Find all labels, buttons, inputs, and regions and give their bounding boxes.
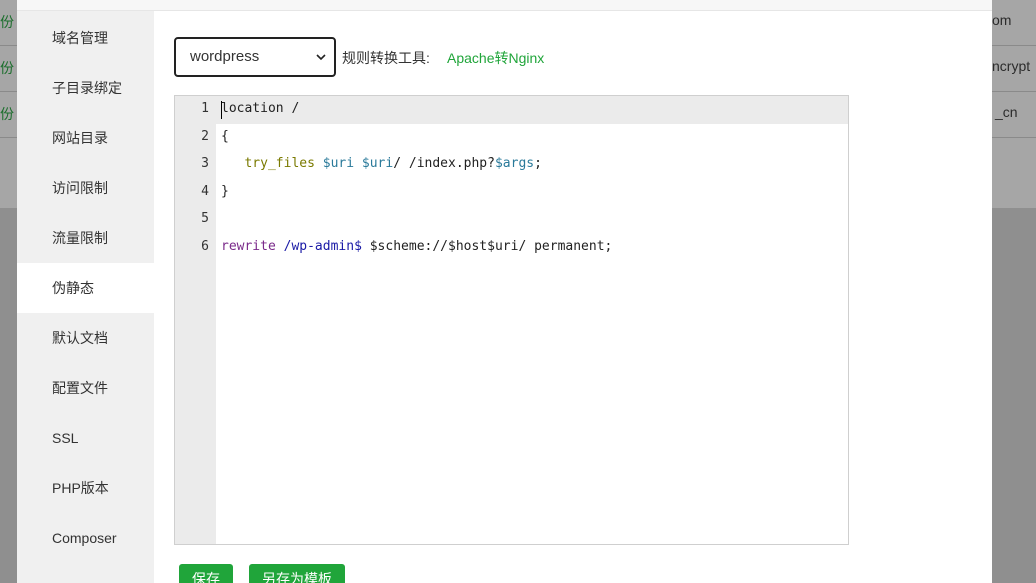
sidebar-item-rewrite[interactable]: 伪静态 <box>17 263 154 313</box>
code-line: rewrite /wp-admin$ $scheme://$host$uri/ … <box>221 239 613 254</box>
line-number: 6 <box>201 239 209 254</box>
code-line: try_files $uri $uri/ /index.php?$args; <box>244 156 542 171</box>
settings-sidebar: 域名管理 子目录绑定 网站目录 访问限制 流量限制 伪静态 默认文档 配置文件 … <box>17 11 154 583</box>
sidebar-item-subdirectory-binding[interactable]: 子目录绑定 <box>17 63 154 113</box>
rule-convert-tool-label: 规则转换工具: <box>342 50 430 66</box>
rewrite-panel: wordpress 规则转换工具: Apache转Nginx 1 2 3 4 5… <box>154 11 992 583</box>
sidebar-item-domain[interactable]: 域名管理 <box>17 13 154 63</box>
rewrite-code-editor[interactable]: 1 2 3 4 5 6 location / { try_files $uri … <box>174 95 849 545</box>
sidebar-item-traffic-limit[interactable]: 流量限制 <box>17 213 154 263</box>
line-number: 3 <box>201 156 209 171</box>
modal-title-bar <box>17 0 992 11</box>
apache-to-nginx-link[interactable]: Apache转Nginx <box>447 48 544 68</box>
background-row: ncrypt <box>992 46 1036 92</box>
background-row: 份 <box>0 0 17 46</box>
save-as-template-button[interactable]: 另存为模板 <box>249 564 345 583</box>
background-row: 份 <box>0 46 17 92</box>
line-number: 1 <box>201 101 209 116</box>
background-row: om <box>992 0 1036 46</box>
background-row: _cn <box>992 92 1036 138</box>
rewrite-template-value: wordpress <box>190 48 260 65</box>
site-settings-modal: 域名管理 子目录绑定 网站目录 访问限制 流量限制 伪静态 默认文档 配置文件 … <box>17 0 992 583</box>
rewrite-template-select[interactable]: wordpress <box>174 37 336 77</box>
sidebar-item-default-document[interactable]: 默认文档 <box>17 313 154 363</box>
sidebar-item-ssl[interactable]: SSL <box>17 413 154 463</box>
code-line: location / <box>221 101 300 116</box>
code-line: { <box>221 129 229 144</box>
sidebar-item-access-limit[interactable]: 访问限制 <box>17 163 154 213</box>
background-row: 份 <box>0 92 17 138</box>
chevron-down-icon <box>316 54 326 61</box>
save-button[interactable]: 保存 <box>179 564 233 583</box>
sidebar-item-site-directory[interactable]: 网站目录 <box>17 113 154 163</box>
line-number: 5 <box>201 211 209 226</box>
sidebar-item-composer[interactable]: Composer <box>17 513 154 563</box>
sidebar-item-config-file[interactable]: 配置文件 <box>17 363 154 413</box>
line-number: 2 <box>201 129 209 144</box>
line-number: 4 <box>201 184 209 199</box>
sidebar-item-php-version[interactable]: PHP版本 <box>17 463 154 513</box>
code-line: } <box>221 184 229 199</box>
